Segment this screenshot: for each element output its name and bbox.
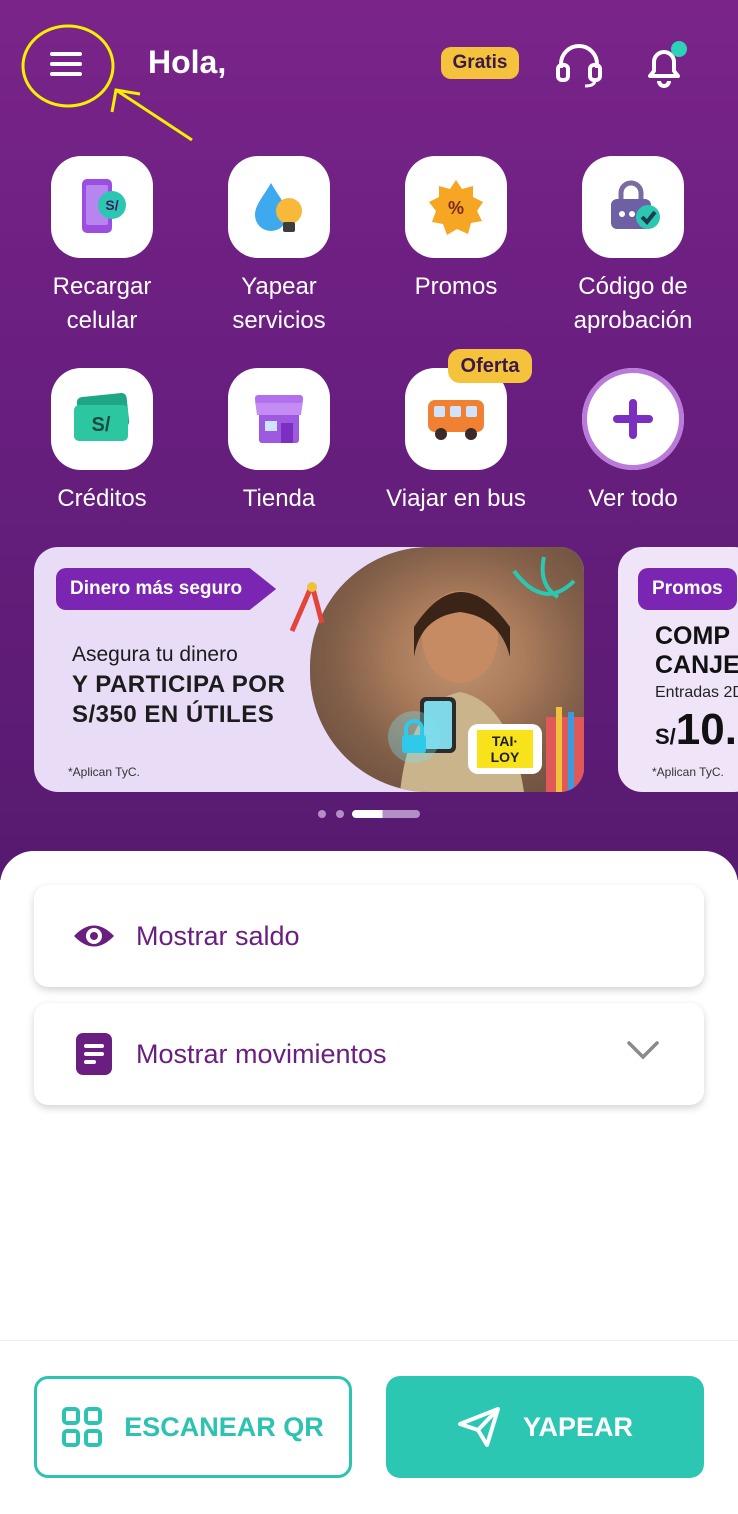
- scan-qr-button[interactable]: ESCANEAR QR: [34, 1376, 352, 1478]
- qr-icon: [62, 1407, 103, 1447]
- shortcut-label: Recargar: [52, 273, 152, 300]
- free-badge[interactable]: Gratis: [441, 47, 519, 79]
- shortcut-creditos[interactable]: S/ Créditos: [17, 368, 187, 516]
- shortcut-viajar-en-bus[interactable]: Viajar en bus: [371, 368, 541, 516]
- show-balance-label: Mostrar saldo: [136, 920, 300, 951]
- banner-line2: CANJE: [655, 651, 738, 679]
- shortcut-label: Ver todo: [588, 485, 678, 512]
- shortcut-label: Promos: [414, 273, 498, 300]
- shortcut-promos[interactable]: % Promos: [371, 156, 541, 304]
- shortcut-label: servicios: [232, 307, 326, 334]
- shortcut-yapear-servicios[interactable]: Yapear servicios: [194, 156, 364, 338]
- banner-price-currency: S/: [655, 724, 676, 749]
- banner-price-value: 10.: [675, 705, 737, 754]
- brand-logo: TAI· LOY: [468, 724, 542, 774]
- notification-dot: [671, 41, 687, 57]
- yapear-label: YAPEAR: [522, 1411, 634, 1442]
- shortcut-label: Créditos: [57, 485, 147, 512]
- banner-tag: Dinero más seguro: [56, 568, 277, 610]
- banner-tag: Promos: [638, 568, 737, 610]
- show-movements-card[interactable]: Mostrar movimientos: [34, 1003, 704, 1105]
- shortcut-tienda[interactable]: Tienda: [194, 368, 364, 516]
- svg-text:S/: S/: [92, 414, 111, 436]
- hamburger-menu-icon[interactable]: [44, 46, 92, 84]
- services-drop-bulb-icon: [228, 156, 330, 258]
- promo-badge-icon: %: [405, 156, 507, 258]
- headset-icon[interactable]: [553, 38, 605, 90]
- banner-line2: Y PARTICIPA POR: [72, 671, 286, 698]
- banner-line1: Asegura tu dinero: [72, 643, 238, 666]
- banner-line1: COMP: [655, 622, 730, 650]
- shortcut-ver-todo[interactable]: Ver todo: [548, 368, 718, 516]
- money-bill-icon: S/: [51, 368, 153, 470]
- compass-icon: [289, 582, 325, 632]
- banner-legal: *Aplican TyC.: [68, 765, 140, 779]
- shortcut-recargar-celular[interactable]: S/ Recargar celular: [17, 156, 187, 338]
- lock-check-icon: [582, 156, 684, 258]
- store-icon: [228, 368, 330, 470]
- bus-icon: [405, 368, 507, 470]
- phone-recharge-icon: S/: [51, 156, 153, 258]
- svg-text:%: %: [448, 198, 464, 218]
- shortcut-label: celular: [66, 307, 138, 334]
- send-icon: [457, 1407, 500, 1447]
- banner-price: S/10.: [655, 705, 737, 755]
- show-balance-card[interactable]: Mostrar saldo: [34, 885, 704, 987]
- svg-text:S/: S/: [105, 197, 118, 213]
- shortcut-label: Código de: [578, 273, 688, 300]
- show-movements-label: Mostrar movimientos: [136, 1038, 387, 1069]
- carousel-dot[interactable]: [336, 810, 344, 818]
- lock-shield-icon: [388, 711, 440, 763]
- eye-icon: [72, 914, 116, 958]
- bell-icon[interactable]: [638, 38, 690, 90]
- banner-line3: Entradas 2D: [655, 684, 738, 701]
- carousel-dot-active[interactable]: [352, 810, 420, 818]
- shortcut-label: aprobación: [573, 307, 693, 334]
- carousel-dot[interactable]: [318, 810, 326, 818]
- scan-qr-label: ESCANEAR QR: [124, 1411, 324, 1442]
- promo-banner-promos[interactable]: Promos COMP CANJE Entradas 2D S/10. *Apl…: [618, 547, 738, 792]
- shortcut-label: Tienda: [242, 485, 316, 512]
- document-list-icon: [72, 1032, 116, 1076]
- shortcut-label: Viajar en bus: [386, 485, 526, 512]
- offer-badge: Oferta: [448, 349, 532, 383]
- promo-banner-secure-money[interactable]: Dinero más seguro Asegura tu dinero Y PA…: [34, 547, 584, 792]
- chevron-down-icon[interactable]: [626, 1039, 660, 1061]
- greeting-text: Hola,: [148, 44, 227, 80]
- shortcut-label: Yapear: [241, 273, 317, 300]
- decor-swirl: [512, 556, 576, 599]
- yapear-button[interactable]: YAPEAR: [386, 1376, 704, 1478]
- shortcut-codigo-aprobacion[interactable]: Código de aprobación: [548, 156, 718, 338]
- banner-legal: *Aplican TyC.: [652, 765, 724, 779]
- banner-line3: S/350 EN ÚTILES: [72, 701, 275, 728]
- plus-icon: [582, 368, 684, 470]
